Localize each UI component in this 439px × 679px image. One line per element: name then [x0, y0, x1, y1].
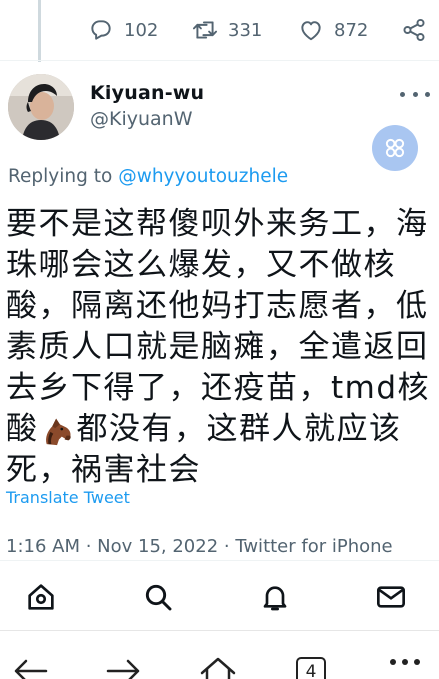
forward-button[interactable] [104, 651, 144, 679]
tweet-line: 酸，隔离还他妈打志愿者，低 [6, 288, 429, 324]
tab-messages[interactable] [373, 579, 409, 615]
like-count: 872 [334, 19, 369, 41]
back-button[interactable] [10, 651, 50, 679]
tab-notifications[interactable] [257, 579, 293, 615]
browser-home-icon [200, 657, 236, 679]
share-button[interactable] [401, 12, 427, 48]
tab-home[interactable] [23, 579, 59, 615]
reply-icon [91, 20, 111, 40]
tweet-line-prefix: 酸 [6, 411, 39, 447]
notifications-icon [263, 586, 287, 611]
grid-icon [385, 138, 405, 158]
horse-face-icon [45, 418, 71, 445]
share-icon [403, 18, 425, 42]
author-handle[interactable]: @KiyuanW [90, 108, 193, 130]
menu-icon [390, 659, 396, 665]
back-icon [14, 659, 48, 679]
replying-to: Replying to @whyyoutouzhele [8, 166, 288, 187]
more-icon [400, 91, 405, 97]
messages-icon [377, 586, 405, 608]
retweet-button[interactable]: 331 [192, 12, 262, 48]
like-icon [301, 21, 321, 41]
tweet-action-bar: 102 331 872 [88, 12, 433, 48]
tweet-line-rest: 都没有，这群人就应该 [76, 411, 402, 447]
replying-mention-link[interactable]: @whyyoutouzhele [118, 166, 288, 187]
like-button[interactable]: 872 [298, 12, 368, 48]
reply-button[interactable]: 102 [88, 12, 158, 48]
author-display-name[interactable]: Kiyuan-wu [90, 82, 204, 104]
tweet-text: 要不是这帮傻呗外来务工，海 珠哪会这么爆发，又不做核 酸，隔离还他妈打志愿者，低… [6, 204, 431, 491]
search-icon [145, 584, 172, 611]
browser-menu-button[interactable] [390, 659, 420, 667]
forward-icon [106, 659, 140, 679]
tabs-button[interactable]: 4 [296, 657, 326, 679]
reply-count: 102 [124, 19, 159, 41]
floating-action-button[interactable] [372, 125, 418, 171]
retweet-icon [192, 21, 218, 39]
tweet-line: 素质人口就是脑瘫，全遣返回 [6, 329, 429, 365]
translate-tweet-link[interactable]: Translate Tweet [6, 488, 130, 507]
tweet-timestamp: 1:16 AM · Nov 15, 2022 · Twitter for iPh… [6, 536, 393, 557]
tweet-line: 珠哪会这么爆发，又不做核 [6, 247, 396, 283]
bottom-tab-bar [0, 560, 439, 630]
tweet-line: 死，祸害社会 [6, 452, 201, 488]
home-icon [28, 584, 54, 610]
retweet-count: 331 [228, 19, 263, 41]
replying-prefix: Replying to [8, 166, 119, 187]
avatar-photo [8, 74, 74, 140]
tweet-line: 去乡下得了，还疫苗，tmd核 [6, 370, 431, 406]
tweet-line: 要不是这帮傻呗外来务工，海 [6, 206, 429, 242]
avatar[interactable] [8, 74, 74, 140]
divider [0, 60, 439, 61]
tweet-line: 酸 都没有，这群人就应该 [6, 409, 431, 450]
more-options-button[interactable] [400, 84, 430, 104]
browser-toolbar: 4 [0, 630, 439, 679]
browser-home-button[interactable] [198, 651, 238, 679]
tab-search[interactable] [140, 579, 176, 615]
thread-connector-line [38, 0, 41, 62]
